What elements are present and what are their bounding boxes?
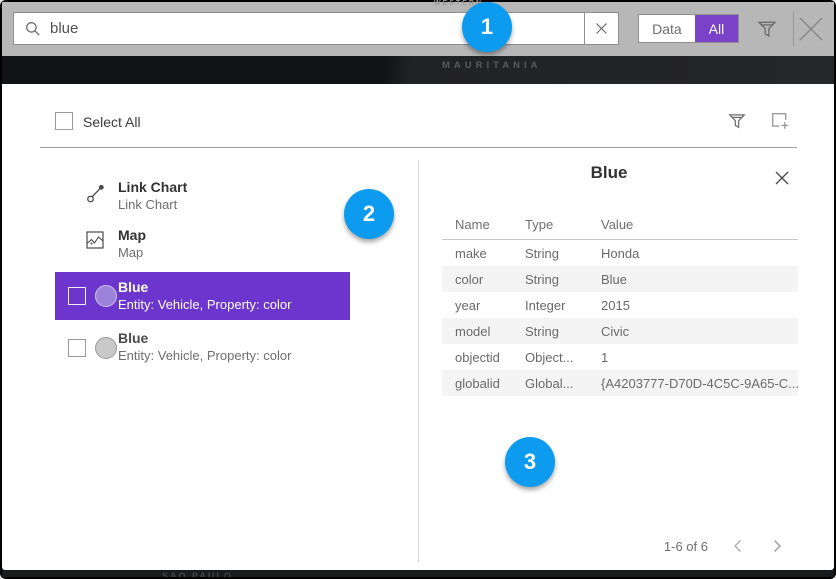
column-header-name: Name	[455, 217, 525, 232]
filter-icon[interactable]	[756, 18, 778, 40]
callout-badge-2: 2	[344, 189, 394, 239]
result-checkbox[interactable]	[68, 287, 86, 305]
result-checkbox[interactable]	[68, 339, 86, 357]
column-header-value: Value	[601, 217, 798, 232]
result-subtitle: Map	[118, 244, 146, 261]
scope-option-data[interactable]: Data	[639, 15, 695, 42]
callout-badge-1: 1	[462, 2, 512, 52]
details-close-icon[interactable]	[774, 169, 792, 187]
scope-option-all[interactable]: All	[695, 15, 738, 42]
add-selection-icon[interactable]	[769, 110, 790, 131]
entity-circle-icon	[95, 285, 117, 307]
table-row: model String Civic	[442, 318, 798, 344]
result-subtitle: Link Chart	[118, 196, 187, 213]
result-title: Blue	[118, 279, 291, 296]
result-item-link-chart[interactable]: Link Chart Link Chart	[55, 178, 350, 214]
chevron-right-icon[interactable]	[764, 533, 790, 559]
search-toolbar: WESTERN Data All	[2, 2, 834, 56]
map-background: MAURITANIA	[2, 56, 834, 84]
result-item-map[interactable]: Map Map	[55, 226, 350, 262]
search-results-panel: Select All Link Chart Link Chart	[2, 84, 834, 570]
close-icon[interactable]	[796, 14, 826, 44]
table-header-row: Name Type Value	[442, 210, 798, 240]
details-pane: Blue Name Type Value make String Honda	[418, 155, 800, 562]
attribute-table: Name Type Value make String Honda color …	[442, 210, 798, 396]
map-icon	[85, 230, 107, 252]
results-filter-icon[interactable]	[727, 111, 747, 131]
search-box	[13, 12, 619, 45]
panel-header-divider	[40, 147, 797, 148]
screenshot-frame: WESTERN Data All MAURITANIA Select All	[0, 0, 836, 579]
table-row: objectid Object... 1	[442, 344, 798, 370]
link-chart-icon	[85, 182, 107, 204]
table-row: color String Blue	[442, 266, 798, 292]
result-item-blue-selected[interactable]: Blue Entity: Vehicle, Property: color	[55, 272, 350, 320]
table-row: globalid Global... {A4203777-D70D-4C5C-9…	[442, 370, 798, 396]
map-label-mauritania: MAURITANIA	[442, 60, 541, 71]
details-title: Blue	[418, 163, 800, 183]
select-all-checkbox[interactable]	[55, 112, 73, 130]
map-bottom-strip: SAO PAULO	[2, 570, 834, 577]
table-row: year Integer 2015	[442, 292, 798, 318]
result-item-blue[interactable]: Blue Entity: Vehicle, Property: color	[55, 325, 350, 371]
column-header-type: Type	[525, 217, 601, 232]
select-all-label: Select All	[83, 114, 141, 130]
result-title: Map	[118, 227, 146, 244]
search-icon	[25, 21, 41, 37]
map-label-fragment-bottom: SAO PAULO	[162, 571, 233, 577]
entity-circle-icon	[95, 337, 117, 359]
scope-toggle: Data All	[638, 14, 739, 43]
result-title: Blue	[118, 330, 291, 347]
result-title: Link Chart	[118, 179, 187, 196]
pagination-label: 1-6 of 6	[664, 539, 708, 554]
pagination: 1-6 of 6	[664, 533, 790, 559]
callout-badge-3: 3	[505, 437, 555, 487]
toolbar-divider	[793, 11, 794, 46]
table-row: make String Honda	[442, 240, 798, 266]
result-subtitle: Entity: Vehicle, Property: color	[118, 296, 291, 313]
chevron-left-icon[interactable]	[724, 533, 750, 559]
clear-search-icon[interactable]	[584, 13, 618, 44]
result-subtitle: Entity: Vehicle, Property: color	[118, 347, 291, 364]
